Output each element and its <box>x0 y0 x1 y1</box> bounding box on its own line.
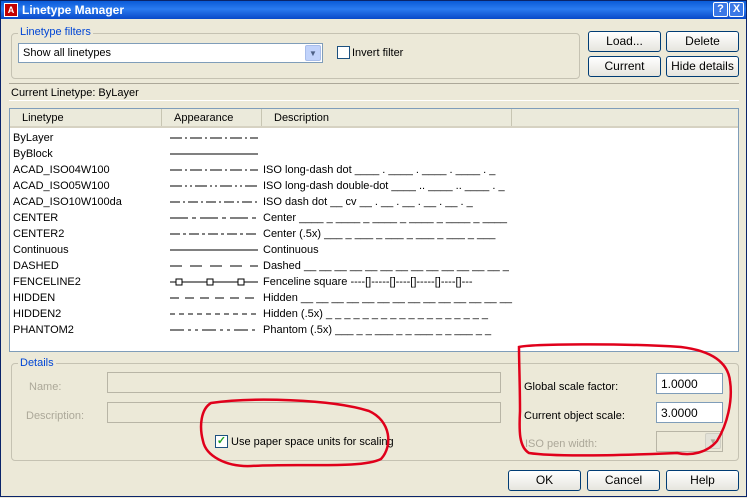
table-row[interactable]: ByBlock <box>10 146 738 162</box>
linetype-name: HIDDEN <box>13 292 56 304</box>
table-row[interactable]: ACAD_ISO04W100 ISO long-dash dot ____ . _… <box>10 162 738 178</box>
table-row[interactable]: ByLayer <box>10 130 738 146</box>
global-scale-label: Global scale factor: <box>524 381 619 393</box>
autocad-app-icon: A <box>4 3 18 17</box>
linetype-appearance-preview <box>170 297 258 299</box>
invert-filter-checkbox[interactable] <box>337 46 350 59</box>
paper-space-checkbox[interactable]: ✓ <box>215 435 228 448</box>
ok-button[interactable]: OK <box>508 470 581 491</box>
column-header-linetype[interactable]: Linetype <box>10 109 162 126</box>
linetype-appearance-preview <box>170 201 258 203</box>
description-label: Description: <box>26 410 85 422</box>
delete-button[interactable]: Delete <box>666 31 739 52</box>
name-label: Name: <box>29 381 62 393</box>
linetype-description: Dashed __ __ __ __ __ __ __ __ __ __ __ … <box>263 260 509 272</box>
column-header-description[interactable]: Description <box>262 109 512 126</box>
linetype-appearance-preview <box>170 265 258 267</box>
object-scale-input[interactable]: 3.0000 <box>656 402 723 423</box>
linetype-description: Center ____ _ ____ _ ____ _ ____ _ ____ … <box>263 212 508 224</box>
linetype-description: Center (.5x) ___ _ ___ _ ___ _ ___ _ ___… <box>263 228 496 240</box>
current-linetype-text: Current Linetype: ByLayer <box>11 87 139 99</box>
table-row[interactable]: CENTER2 Center (.5x) ___ _ ___ _ ___ _ __… <box>10 226 738 242</box>
linetype-appearance-preview <box>170 313 258 315</box>
linetype-filter-combo[interactable]: Show all linetypes ▼ <box>18 43 323 63</box>
table-row[interactable]: FENCELINE2 Fenceline square ----[]-----[]… <box>10 274 738 290</box>
details-label: Details <box>18 357 56 369</box>
linetype-appearance-preview <box>170 137 258 139</box>
table-row[interactable]: CENTER Center ____ _ ____ _ ____ _ ____ _… <box>10 210 738 226</box>
paper-space-label: Use paper space units for scaling <box>231 436 394 448</box>
table-row[interactable]: PHANTOM2 Phantom (.5x) ___ _ _ ___ _ _ __… <box>10 322 738 338</box>
linetype-name: ACAD_ISO05W100 <box>13 180 110 192</box>
linetype-appearance-preview <box>170 278 258 286</box>
table-row[interactable]: Continuous Continuous <box>10 242 738 258</box>
linetype-appearance-preview <box>170 217 258 219</box>
linetype-name: Continuous <box>13 244 69 256</box>
linetype-name: FENCELINE2 <box>13 276 81 288</box>
linetype-manager-window: A Linetype Manager ? X Linetype filters … <box>0 0 747 497</box>
linetype-appearance-preview <box>170 185 258 187</box>
linetype-name: PHANTOM2 <box>13 324 74 336</box>
list-header: Linetype Appearance Description <box>10 109 738 128</box>
current-linetype-bar: Current Linetype: ByLayer <box>9 83 739 101</box>
global-scale-input[interactable]: 1.0000 <box>656 373 723 394</box>
global-scale-value: 1.0000 <box>661 377 698 391</box>
object-scale-label: Current object scale: <box>524 410 625 422</box>
linetype-description: Fenceline square ----[]-----[]----[]----… <box>263 276 473 288</box>
linetype-filter-value: Show all linetypes <box>23 47 112 59</box>
linetype-name: CENTER <box>13 212 59 224</box>
linetype-filters-label: Linetype filters <box>18 26 93 38</box>
linetype-name: ByBlock <box>13 148 53 160</box>
iso-pen-width-label: ISO pen width: <box>525 438 598 450</box>
linetype-name: HIDDEN2 <box>13 308 62 320</box>
table-row[interactable]: HIDDEN Hidden __ __ __ __ __ __ __ __ __ … <box>10 290 738 306</box>
list-rows: ByLayer ByBlock ACAD_ISO04W100 ISO long-das… <box>10 130 738 338</box>
name-field <box>107 372 501 393</box>
invert-filter-label: Invert filter <box>352 47 404 59</box>
description-field <box>107 402 501 423</box>
linetype-name: CENTER2 <box>13 228 65 240</box>
linetype-description: Hidden __ __ __ __ __ __ __ __ __ __ __ … <box>263 292 512 304</box>
help-button[interactable]: Help <box>666 470 739 491</box>
load-button[interactable]: Load... <box>588 31 661 52</box>
table-row[interactable]: ACAD_ISO05W100 ISO long-dash double-dot _… <box>10 178 738 194</box>
linetype-name: ACAD_ISO04W100 <box>13 164 110 176</box>
title-bar[interactable]: A Linetype Manager ? X <box>1 1 746 19</box>
current-button[interactable]: Current <box>588 56 661 77</box>
table-row[interactable]: HIDDEN2 Hidden (.5x) _ _ _ _ _ _ _ _ _ _ … <box>10 306 738 322</box>
chevron-down-icon: ▼ <box>705 433 721 449</box>
linetype-appearance-preview <box>170 249 258 251</box>
linetype-name: ACAD_ISO10W100da <box>13 196 122 208</box>
object-scale-value: 3.0000 <box>661 406 698 420</box>
linetype-appearance-preview <box>170 169 258 171</box>
close-title-button[interactable]: X <box>729 2 744 17</box>
column-header-appearance[interactable]: Appearance <box>162 109 262 126</box>
linetype-name: DASHED <box>13 260 59 272</box>
table-row[interactable]: DASHED Dashed __ __ __ __ __ __ __ __ __ … <box>10 258 738 274</box>
window-title: Linetype Manager <box>22 3 125 17</box>
linetype-list[interactable]: Linetype Appearance Description ByLayer B… <box>9 108 739 352</box>
linetype-description: ISO long-dash dot ____ . ____ . ____ . _… <box>263 164 496 176</box>
linetype-description: Hidden (.5x) _ _ _ _ _ _ _ _ _ _ _ _ _ _… <box>263 308 489 320</box>
linetype-description: Continuous <box>263 244 319 256</box>
linetype-description: Phantom (.5x) ___ _ _ ___ _ _ ___ _ _ __… <box>263 324 492 336</box>
iso-pen-width-combo: ▼ <box>656 431 723 452</box>
linetype-appearance-preview <box>170 233 258 235</box>
linetype-description: ISO dash dot __ cv __ . __ . __ . __ . _… <box>263 196 473 208</box>
table-row[interactable]: ACAD_ISO10W100da ISO dash dot __ cv __ . … <box>10 194 738 210</box>
cancel-button[interactable]: Cancel <box>587 470 660 491</box>
linetype-description: ISO long-dash double-dot ____ .. ____ ..… <box>263 180 505 192</box>
help-title-button[interactable]: ? <box>713 2 728 17</box>
linetype-appearance-preview <box>170 153 258 155</box>
chevron-down-icon[interactable]: ▼ <box>305 45 321 61</box>
hide-details-button[interactable]: Hide details <box>666 56 739 77</box>
linetype-appearance-preview <box>170 329 258 331</box>
linetype-name: ByLayer <box>13 132 54 144</box>
